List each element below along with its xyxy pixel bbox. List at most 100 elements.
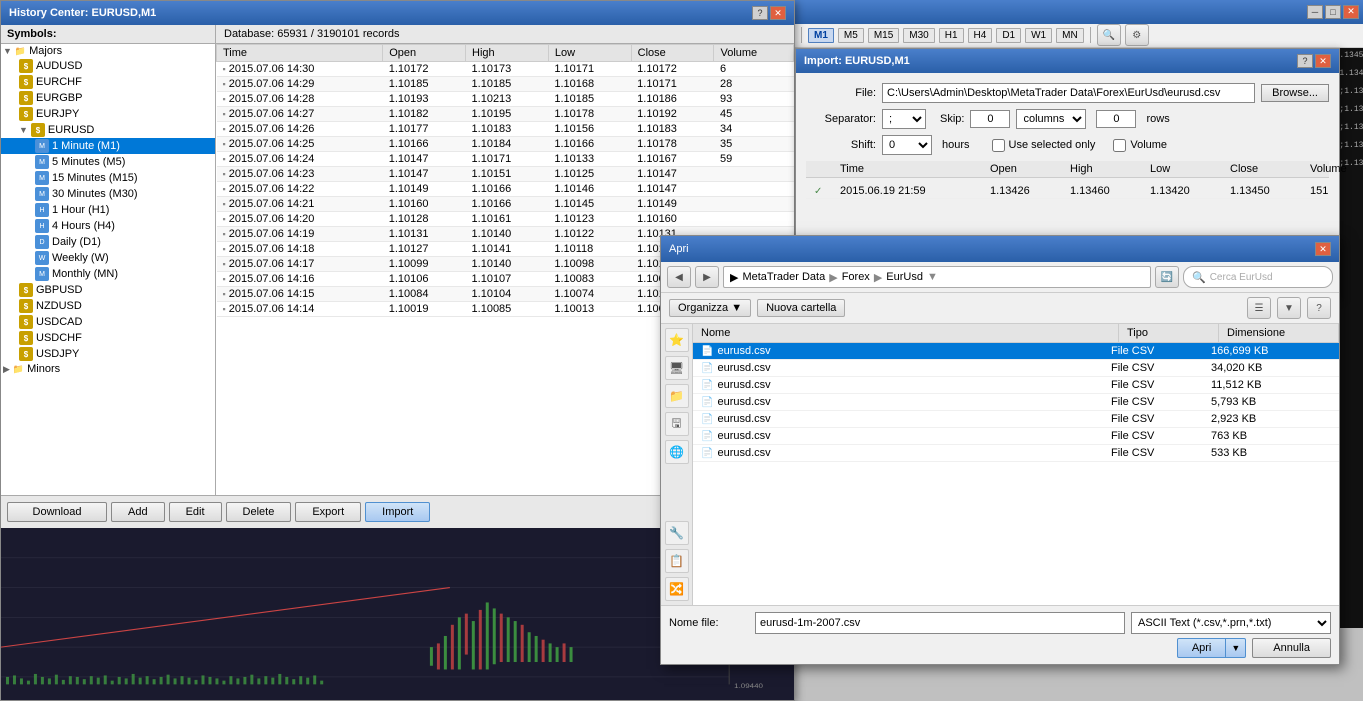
timeframe-w1[interactable]: W1 [1025,28,1052,43]
col-time[interactable]: Time [217,45,383,62]
add-button[interactable]: Add [111,502,165,522]
import-button[interactable]: Import [365,502,430,522]
tree-item-m15[interactable]: M 15 Minutes (M15) [1,170,215,186]
tree-item-m30[interactable]: M 30 Minutes (M30) [1,186,215,202]
columns-count-input[interactable] [1096,110,1136,128]
nav-refresh-btn[interactable]: 🔄 [1155,266,1179,288]
sidebar-icon-2[interactable]: 🖥 [665,356,689,380]
timeframe-m15[interactable]: M15 [868,28,899,43]
browse-button[interactable]: Browse... [1261,84,1329,102]
tree-item-d1[interactable]: D Daily (D1) [1,234,215,250]
tree-item-eurjpy[interactable]: $ EURJPY [1,106,215,122]
import-help-btn[interactable]: ? [1297,54,1313,68]
table-row[interactable]: ▪ 2015.07.06 14:25 1.10166 1.10184 1.101… [217,137,794,152]
file-name-input[interactable] [755,612,1125,634]
tree-item-eurchf[interactable]: $ EURCHF [1,74,215,90]
file-item-4[interactable]: 📄 eurusd.csv File CSV 2,923 KB [693,411,1339,428]
tree-item-usdjpy[interactable]: $ USDJPY [1,346,215,362]
timeframe-m30[interactable]: M30 [903,28,934,43]
sidebar-icon-8[interactable]: 🔀 [665,577,689,601]
edit-button[interactable]: Edit [169,502,222,522]
help-btn[interactable]: ? [752,6,768,20]
skip-unit-select[interactable]: columns rows [1016,109,1086,129]
export-button[interactable]: Export [295,502,361,522]
file-item-2[interactable]: 📄 eurusd.csv File CSV 11,512 KB [693,377,1339,394]
nav-back-btn[interactable]: ◀ [667,266,691,288]
new-folder-btn[interactable]: Nuova cartella [757,299,845,317]
sidebar-icon-5[interactable]: 🌐 [665,440,689,464]
sidebar-icon-1[interactable]: ⭐ [665,328,689,352]
timeframe-d1[interactable]: D1 [996,28,1021,43]
timeframe-h1[interactable]: H1 [939,28,964,43]
tree-item-majors[interactable]: ▼ 📁 Majors [1,44,215,58]
settings-btn[interactable]: ⚙ [1125,24,1149,46]
breadcrumb-eurusd[interactable]: EurUsd [886,271,923,283]
file-item-5[interactable]: 📄 eurusd.csv File CSV 763 KB [693,428,1339,445]
use-selected-checkbox[interactable] [992,139,1005,152]
col-close[interactable]: Close [631,45,714,62]
col-open[interactable]: Open [383,45,466,62]
organize-btn[interactable]: Organizza ▼ [669,299,751,317]
view-details-btn[interactable]: ☰ [1247,297,1271,319]
tree-item-eurusd[interactable]: ▼ $ EURUSD [1,122,215,138]
minimize-btn-mt4[interactable]: ─ [1307,5,1323,19]
tree-item-minors[interactable]: ▶ 📁 Minors [1,362,215,376]
timeframe-mn[interactable]: MN [1056,28,1084,43]
shift-select[interactable]: 0 [882,135,932,155]
tree-item-nzdusd[interactable]: $ NZDUSD [1,298,215,314]
open-dropdown-btn[interactable]: ▼ [1226,638,1246,658]
close-history-btn[interactable]: ✕ [770,6,786,20]
table-row[interactable]: ▪ 2015.07.06 14:29 1.10185 1.10185 1.101… [217,77,794,92]
tree-item-usdcad[interactable]: $ USDCAD [1,314,215,330]
cancel-button[interactable]: Annulla [1252,638,1331,658]
timeframe-m1[interactable]: M1 [808,28,834,43]
close-btn-mt4[interactable]: ✕ [1343,5,1359,19]
table-row[interactable]: ▪ 2015.07.06 14:20 1.10128 1.10161 1.101… [217,212,794,227]
help-file-btn[interactable]: ? [1307,297,1331,319]
table-row[interactable]: ▪ 2015.07.06 14:22 1.10149 1.10166 1.101… [217,182,794,197]
delete-button[interactable]: Delete [226,502,292,522]
tree-item-m1[interactable]: M 1 Minute (M1) [1,138,215,154]
file-type-select[interactable]: ASCII Text (*.csv,*.prn,*.txt) [1131,612,1331,634]
header-nome[interactable]: Nome [693,324,1119,342]
import-close-btn[interactable]: ✕ [1315,54,1331,68]
sidebar-icon-3[interactable]: 📁 [665,384,689,408]
table-row[interactable]: ▪ 2015.07.06 14:21 1.10160 1.10166 1.101… [217,197,794,212]
file-path-input[interactable] [882,83,1255,103]
tree-item-usdchf[interactable]: $ USDCHF [1,330,215,346]
separator-select[interactable]: ; , Tab [882,109,926,129]
open-button[interactable]: Apri [1177,638,1227,658]
file-dialog-close-btn[interactable]: ✕ [1315,242,1331,256]
volume-checkbox[interactable] [1113,139,1126,152]
download-button[interactable]: Download [7,502,107,522]
header-tipo[interactable]: Tipo [1119,324,1219,342]
skip-input[interactable] [970,110,1010,128]
sidebar-icon-4[interactable]: 🖫 [665,412,689,436]
tree-item-mn[interactable]: M Monthly (MN) [1,266,215,282]
tree-item-h1[interactable]: H 1 Hour (H1) [1,202,215,218]
timeframe-h4[interactable]: H4 [968,28,993,43]
timeframe-m5[interactable]: M5 [838,28,864,43]
sidebar-icon-6[interactable]: 🔧 [665,521,689,545]
file-item-6[interactable]: 📄 eurusd.csv File CSV 533 KB [693,445,1339,462]
search-btn[interactable]: 🔍 [1097,24,1121,46]
tree-item-gbpusd[interactable]: $ GBPUSD [1,282,215,298]
search-box[interactable]: 🔍 Cerca EurUsd [1183,266,1333,288]
table-row[interactable]: ▪ 2015.07.06 14:27 1.10182 1.10195 1.101… [217,107,794,122]
file-item-3[interactable]: 📄 eurusd.csv File CSV 5,793 KB [693,394,1339,411]
header-dimensione[interactable]: Dimensione [1219,324,1339,342]
col-low[interactable]: Low [548,45,631,62]
table-row[interactable]: ▪ 2015.07.06 14:28 1.10193 1.10213 1.101… [217,92,794,107]
maximize-btn-mt4[interactable]: □ [1325,5,1341,19]
sidebar-icon-7[interactable]: 📋 [665,549,689,573]
tree-item-w[interactable]: W Weekly (W) [1,250,215,266]
table-row[interactable]: ▪ 2015.07.06 14:26 1.10177 1.10183 1.101… [217,122,794,137]
col-high[interactable]: High [466,45,549,62]
nav-forward-btn[interactable]: ▶ [695,266,719,288]
tree-item-audusd[interactable]: $ AUDUSD [1,58,215,74]
breadcrumb-forex[interactable]: Forex [842,271,870,283]
view-options-btn[interactable]: ▼ [1277,297,1301,319]
tree-item-eurgbp[interactable]: $ EURGBP [1,90,215,106]
col-volume[interactable]: Volume [714,45,794,62]
breadcrumb-metatrader[interactable]: MetaTrader Data [742,271,825,283]
